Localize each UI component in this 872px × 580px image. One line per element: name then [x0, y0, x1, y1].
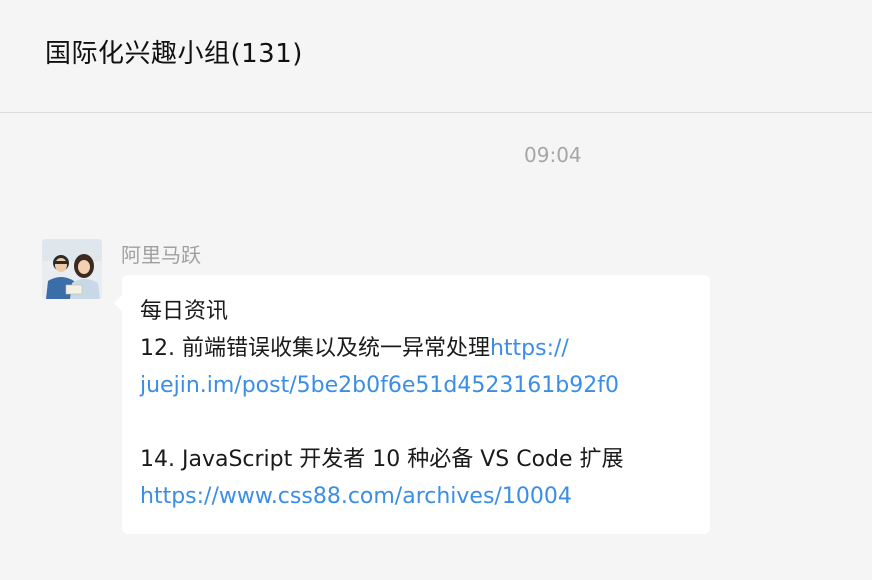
item1-link-part2[interactable]: juejin.im/post/5be2b0f6e51d4523161b92f0: [140, 373, 619, 398]
message-line-item1: 12. 前端错误收集以及统一异常处理https://: [140, 330, 692, 367]
avatar-image: [42, 239, 102, 299]
item2-link[interactable]: https://www.css88.com/archives/10004: [140, 484, 572, 509]
item1-link-part1[interactable]: https://: [490, 336, 569, 361]
chat-header: 国际化兴趣小组(131): [0, 0, 872, 113]
item1-text: 12. 前端错误收集以及统一异常处理: [140, 336, 490, 361]
message-line-item1-link: juejin.im/post/5be2b0f6e51d4523161b92f0: [140, 367, 692, 404]
sender-name: 阿里马跃: [121, 243, 201, 267]
item2-text: 14. JavaScript 开发者 10 种必备 VS Code 扩展: [140, 447, 624, 472]
message-timestamp: 09:04: [524, 143, 582, 167]
bubble-tail: [114, 295, 122, 311]
chat-title: 国际化兴趣小组(131): [45, 39, 303, 69]
message-bubble[interactable]: 每日资讯 12. 前端错误收集以及统一异常处理https:// juejin.i…: [114, 275, 710, 534]
message-line-item2-link: https://www.css88.com/archives/10004: [140, 478, 692, 515]
avatar[interactable]: [42, 239, 102, 299]
message-heading: 每日资讯: [140, 299, 229, 324]
